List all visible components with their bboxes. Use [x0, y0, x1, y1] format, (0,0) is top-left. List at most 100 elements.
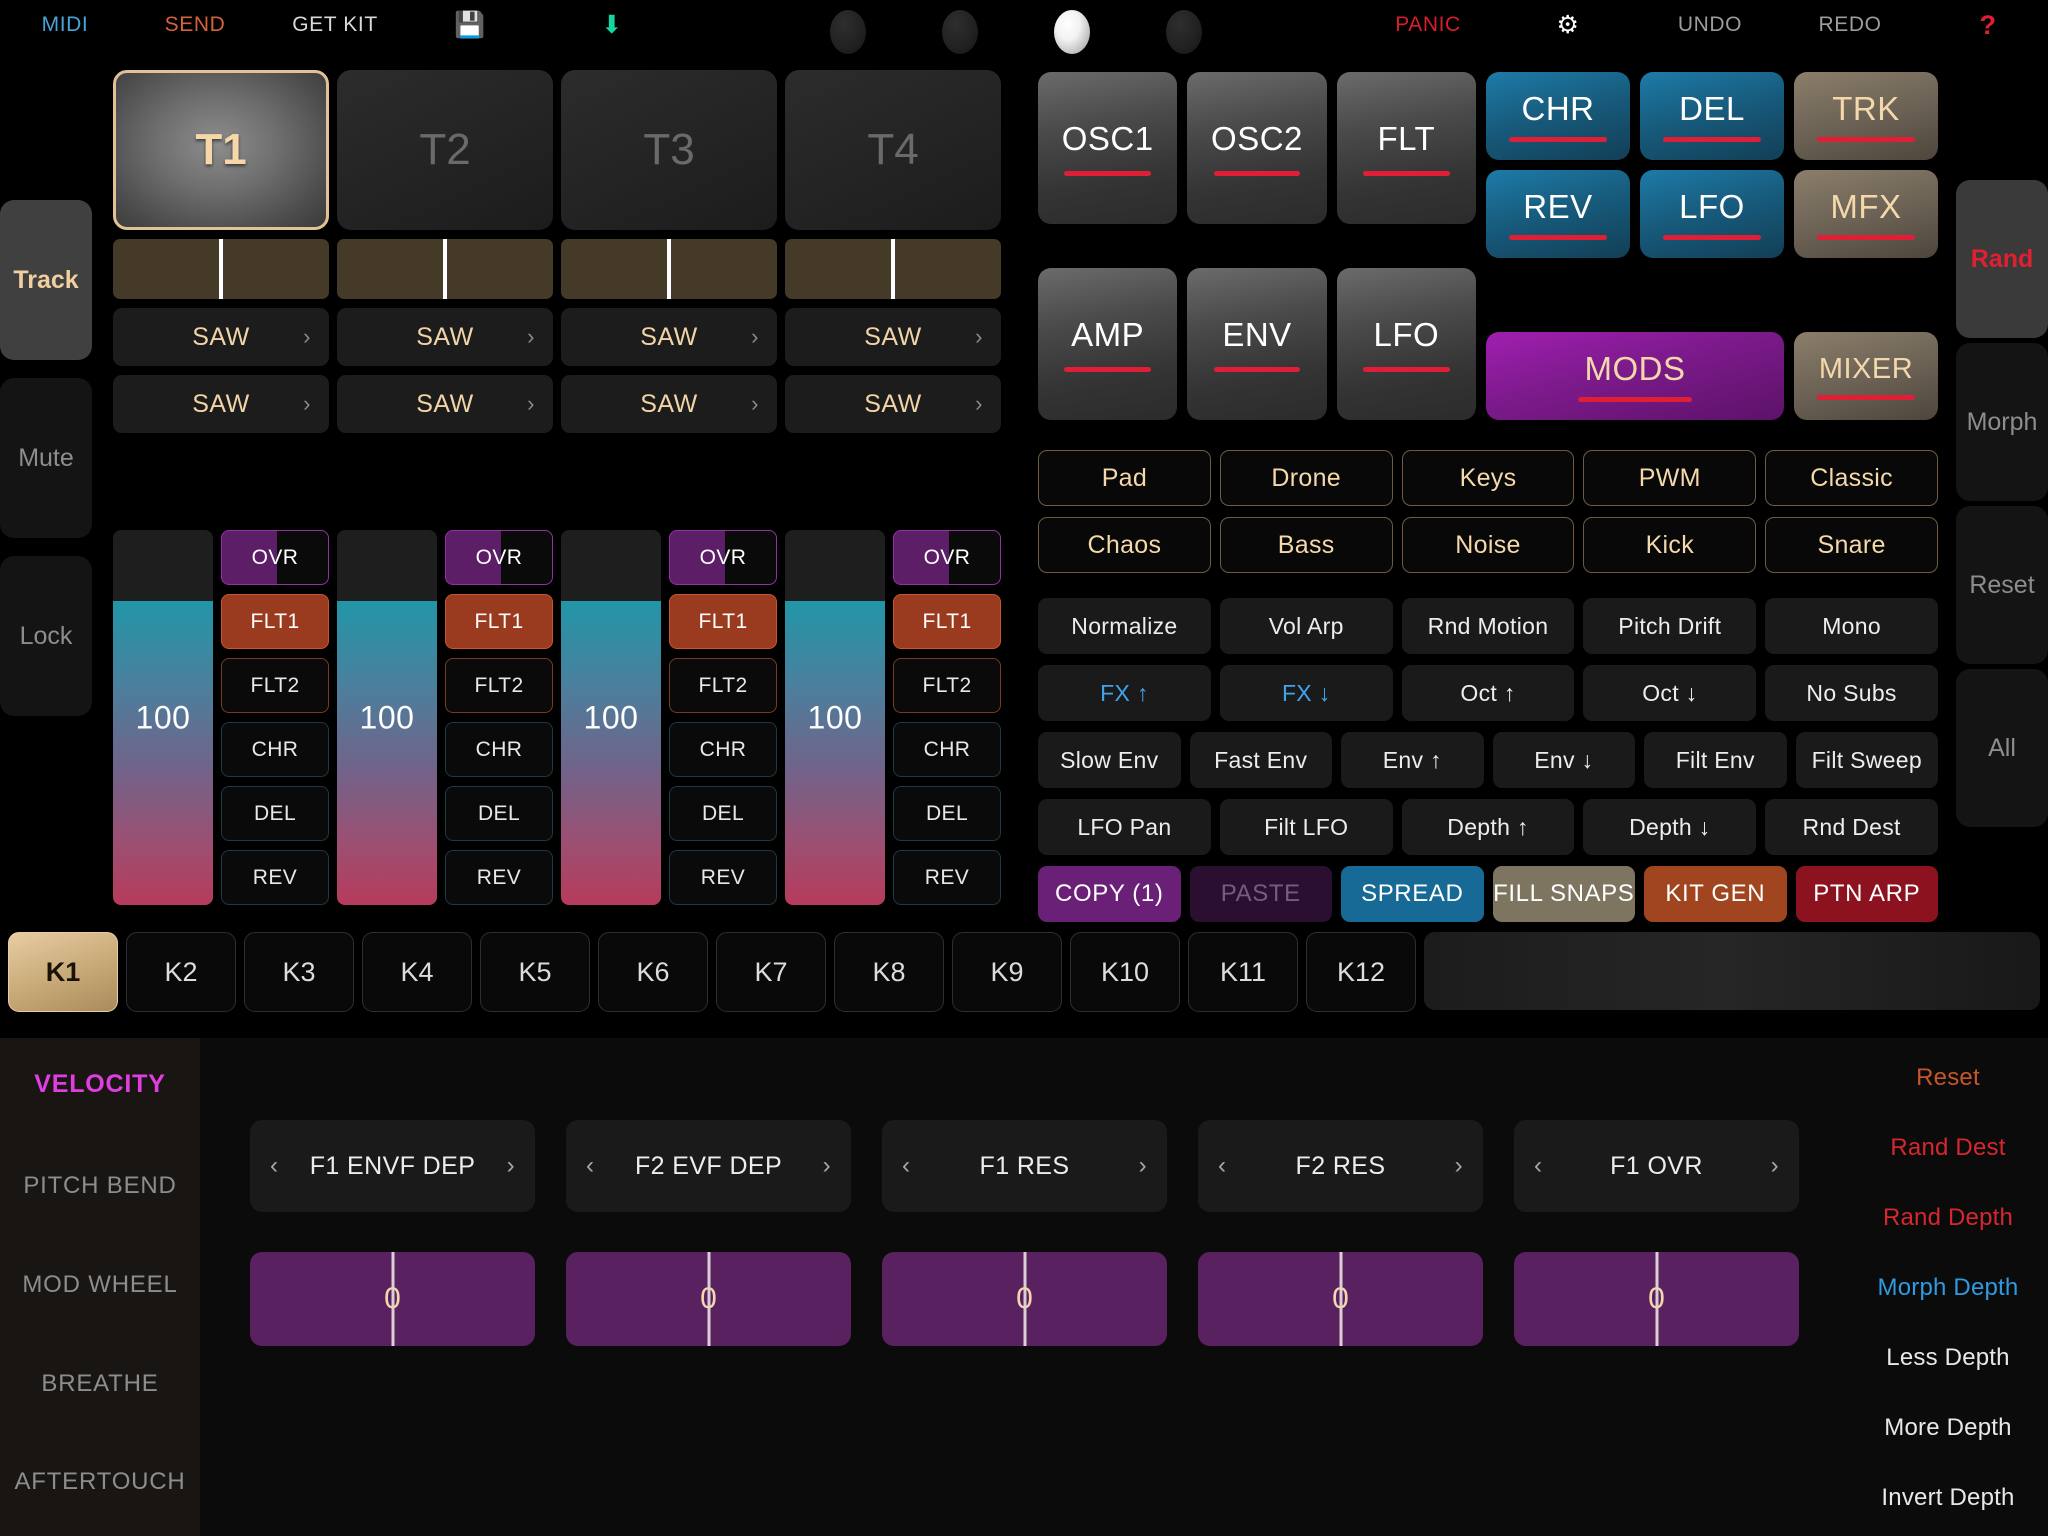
- gear-icon[interactable]: ⚙: [1538, 0, 1598, 50]
- fx-button-del-1[interactable]: DEL: [221, 786, 329, 841]
- kit-gen-button[interactable]: KIT GEN: [1644, 866, 1787, 922]
- track-waveform-3[interactable]: [561, 239, 777, 299]
- fx-button-del-4[interactable]: DEL: [893, 786, 1001, 841]
- fx-button-del-3[interactable]: DEL: [669, 786, 777, 841]
- kit-slot-k1[interactable]: K1: [8, 932, 118, 1012]
- action-button-oct-down[interactable]: Oct ↓: [1583, 665, 1757, 721]
- mod-depth-slider-4[interactable]: 0: [1198, 1252, 1483, 1346]
- module-button-flt[interactable]: FLT: [1336, 72, 1476, 224]
- undo-button[interactable]: UNDO: [1650, 0, 1770, 50]
- rail-button-morph[interactable]: Morph: [1956, 343, 2048, 501]
- fx-button-ovr-1[interactable]: OVR: [221, 530, 329, 585]
- track-pad-t1[interactable]: T1: [113, 70, 329, 230]
- paste-button[interactable]: PASTE: [1189, 866, 1332, 922]
- module-button-env[interactable]: ENV: [1187, 268, 1327, 420]
- fx-button-chr-4[interactable]: CHR: [893, 722, 1001, 777]
- track-waveform-1[interactable]: [113, 239, 329, 299]
- action-button-fast-env[interactable]: Fast Env: [1189, 732, 1332, 788]
- mod-dest-selector-1[interactable]: ‹ F1 ENVF DEP ›: [250, 1120, 535, 1212]
- chevron-left-icon[interactable]: ‹: [270, 1152, 278, 1180]
- level-fader-3[interactable]: 100: [561, 530, 661, 905]
- module-button-mfx[interactable]: MFX: [1793, 170, 1938, 258]
- kit-slot-k5[interactable]: K5: [480, 932, 590, 1012]
- fx-button-ovr-4[interactable]: OVR: [893, 530, 1001, 585]
- fx-button-flt1-3[interactable]: FLT1: [669, 594, 777, 649]
- track-pad-t3[interactable]: T3: [561, 70, 777, 230]
- kit-slot-k10[interactable]: K10: [1070, 932, 1180, 1012]
- mod-action-less-depth[interactable]: Less Depth: [1848, 1344, 2048, 1372]
- fx-button-flt1-1[interactable]: FLT1: [221, 594, 329, 649]
- mod-action-more-depth[interactable]: More Depth: [1848, 1414, 2048, 1442]
- lamp-3[interactable]: [1054, 10, 1090, 54]
- mod-dest-selector-2[interactable]: ‹ F2 EVF DEP ›: [566, 1120, 851, 1212]
- rail-button-rand[interactable]: Rand: [1956, 180, 2048, 338]
- mod-dest-selector-3[interactable]: ‹ F1 RES ›: [882, 1120, 1167, 1212]
- mod-action-rand-dest[interactable]: Rand Dest: [1848, 1134, 2048, 1162]
- track-osc1-selector-2[interactable]: SAW ›: [337, 308, 553, 366]
- spread-button[interactable]: SPREAD: [1341, 866, 1484, 922]
- mode-button-mute[interactable]: Mute: [0, 378, 92, 538]
- module-button-osc1[interactable]: OSC1: [1038, 72, 1178, 224]
- module-button-del[interactable]: DEL: [1639, 72, 1784, 160]
- level-fader-4[interactable]: 100: [785, 530, 885, 905]
- track-pad-t4[interactable]: T4: [785, 70, 1001, 230]
- module-button-mixer[interactable]: MIXER: [1793, 332, 1938, 420]
- module-button-lfo-fx[interactable]: LFO: [1639, 170, 1784, 258]
- fx-button-ovr-2[interactable]: OVR: [445, 530, 553, 585]
- action-button-no-subs[interactable]: No Subs: [1765, 665, 1938, 721]
- preset-button-keys[interactable]: Keys: [1401, 450, 1575, 506]
- action-button-env-down[interactable]: Env ↓: [1492, 732, 1635, 788]
- track-osc2-selector-1[interactable]: SAW ›: [113, 375, 329, 433]
- chevron-left-icon[interactable]: ‹: [1534, 1152, 1542, 1180]
- chevron-left-icon[interactable]: ‹: [1218, 1152, 1226, 1180]
- action-button-fx-up[interactable]: FX ↑: [1038, 665, 1211, 721]
- track-osc2-selector-3[interactable]: SAW ›: [561, 375, 777, 433]
- fx-button-flt1-2[interactable]: FLT1: [445, 594, 553, 649]
- module-button-trk[interactable]: TRK: [1793, 72, 1938, 160]
- get-kit-button[interactable]: GET KIT: [265, 0, 405, 50]
- mod-source-velocity[interactable]: VELOCITY: [0, 1070, 200, 1099]
- fx-button-flt2-2[interactable]: FLT2: [445, 658, 553, 713]
- fx-button-rev-4[interactable]: REV: [893, 850, 1001, 905]
- kit-slot-k4[interactable]: K4: [362, 932, 472, 1012]
- fx-button-flt2-4[interactable]: FLT2: [893, 658, 1001, 713]
- fx-button-rev-2[interactable]: REV: [445, 850, 553, 905]
- kit-slot-k11[interactable]: K11: [1188, 932, 1298, 1012]
- download-icon[interactable]: ⬇: [582, 0, 642, 50]
- action-button-rnd-motion[interactable]: Rnd Motion: [1401, 598, 1575, 654]
- action-button-rnd-dest[interactable]: Rnd Dest: [1765, 799, 1938, 855]
- chevron-right-icon[interactable]: ›: [1771, 1152, 1779, 1180]
- action-button-filt-lfo[interactable]: Filt LFO: [1219, 799, 1393, 855]
- track-waveform-4[interactable]: [785, 239, 1001, 299]
- preset-button-noise[interactable]: Noise: [1401, 517, 1575, 573]
- action-button-env-up[interactable]: Env ↑: [1341, 732, 1484, 788]
- kit-slot-k12[interactable]: K12: [1306, 932, 1416, 1012]
- action-button-vol-arp[interactable]: Vol Arp: [1219, 598, 1393, 654]
- kit-slot-k6[interactable]: K6: [598, 932, 708, 1012]
- preset-button-chaos[interactable]: Chaos: [1038, 517, 1211, 573]
- action-button-depth-down[interactable]: Depth ↓: [1583, 799, 1757, 855]
- track-osc2-selector-4[interactable]: SAW ›: [785, 375, 1001, 433]
- preset-button-drone[interactable]: Drone: [1219, 450, 1393, 506]
- track-osc2-selector-2[interactable]: SAW ›: [337, 375, 553, 433]
- mod-action-reset[interactable]: Reset: [1848, 1064, 2048, 1092]
- mode-button-lock[interactable]: Lock: [0, 556, 92, 716]
- action-button-depth-up[interactable]: Depth ↑: [1401, 799, 1575, 855]
- chevron-left-icon[interactable]: ‹: [586, 1152, 594, 1180]
- kit-slot-empty-area[interactable]: [1424, 932, 2040, 1010]
- chevron-right-icon[interactable]: ›: [507, 1152, 515, 1180]
- kit-slot-k8[interactable]: K8: [834, 932, 944, 1012]
- mod-source-aftertouch[interactable]: AFTERTOUCH: [0, 1468, 200, 1496]
- preset-button-bass[interactable]: Bass: [1219, 517, 1393, 573]
- fx-button-rev-1[interactable]: REV: [221, 850, 329, 905]
- action-button-lfo-pan[interactable]: LFO Pan: [1038, 799, 1211, 855]
- fx-button-rev-3[interactable]: REV: [669, 850, 777, 905]
- chevron-right-icon[interactable]: ›: [823, 1152, 831, 1180]
- mod-depth-slider-2[interactable]: 0: [566, 1252, 851, 1346]
- mod-source-mod-wheel[interactable]: MOD WHEEL: [0, 1271, 200, 1299]
- module-button-rev[interactable]: REV: [1485, 170, 1630, 258]
- mod-action-morph-depth[interactable]: Morph Depth: [1848, 1274, 2048, 1302]
- chevron-right-icon[interactable]: ›: [1455, 1152, 1463, 1180]
- action-button-oct-up[interactable]: Oct ↑: [1401, 665, 1575, 721]
- lamp-4[interactable]: [1166, 10, 1202, 54]
